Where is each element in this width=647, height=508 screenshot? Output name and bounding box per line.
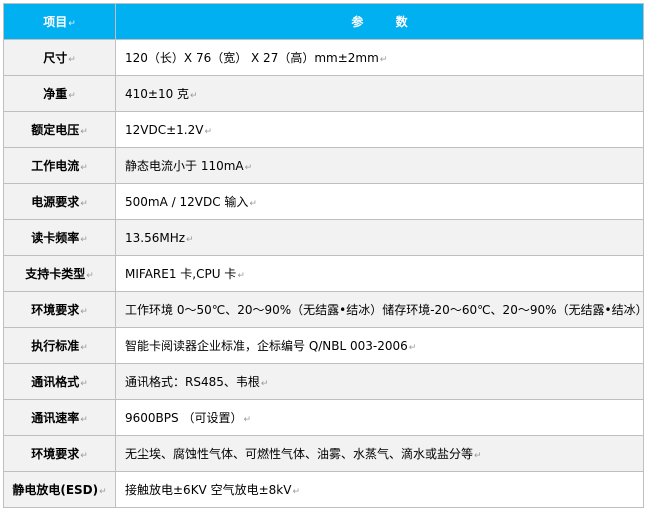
paragraph-mark-icon: ↵ — [68, 55, 76, 65]
spec-value: MIFARE1 卡,CPU 卡 — [125, 267, 237, 281]
spec-name: 工作电流 — [31, 159, 80, 173]
spec-value-cell: 静态电流小于 110mA↵ — [115, 147, 644, 184]
paragraph-mark-icon: ↵ — [80, 415, 88, 425]
spec-name: 支持卡类型 — [25, 267, 86, 281]
spec-name-cell: 执行标准↵ — [3, 327, 116, 364]
spec-value: 静态电流小于 110mA — [125, 159, 244, 173]
paragraph-mark-icon: ↵ — [80, 379, 88, 389]
spec-name-cell: 额定电压↵ — [3, 111, 116, 148]
paragraph-mark-icon: ↵ — [186, 234, 194, 245]
spec-value: 120（长）X 76（宽） X 27（高）mm±2mm — [125, 51, 379, 65]
spec-value: 智能卡阅读器企业标准，企标编号 Q/NBL 003-2006 — [125, 339, 408, 353]
paragraph-mark-icon: ↵ — [80, 451, 88, 461]
spec-name-cell: 工作电流↵ — [3, 147, 116, 184]
table-row: 环境要求↵ 工作环境 0～50℃、20～90%（无结露•结冰）储存环境-20～60… — [3, 291, 644, 328]
paragraph-mark-icon: ↵ — [474, 451, 482, 461]
paragraph-mark-icon: ↵ — [80, 127, 88, 137]
table-row: 支持卡类型↵ MIFARE1 卡,CPU 卡↵ — [3, 255, 644, 292]
paragraph-mark-icon: ↵ — [204, 126, 212, 137]
paragraph-mark-icon: ↵ — [292, 487, 300, 497]
spec-value-cell: 9600BPS （可设置）↵ — [115, 399, 644, 436]
table-row: 读卡频率↵ 13.56MHz↵ — [3, 219, 644, 256]
table-row: 静电放电(ESD)↵ 接触放电±6KV 空气放电±8kV↵ — [3, 471, 644, 508]
paragraph-mark-icon: ↵ — [68, 19, 76, 29]
spec-name-cell: 静电放电(ESD)↵ — [3, 471, 116, 508]
header-row: 项目↵ 参 数 — [3, 3, 644, 40]
spec-name: 通讯格式 — [31, 375, 80, 389]
paragraph-mark-icon: ↵ — [244, 163, 253, 173]
table-row: 通讯速率↵ 9600BPS （可设置）↵ — [3, 399, 644, 436]
spec-name-cell: 通讯格式↵ — [3, 363, 116, 400]
spec-value-cell: MIFARE1 卡,CPU 卡↵ — [115, 255, 644, 292]
table-row: 尺寸↵ 120（长）X 76（宽） X 27（高）mm±2mm↵ — [3, 39, 644, 76]
paragraph-mark-icon: ↵ — [243, 415, 251, 425]
spec-value-cell: 500mA / 12VDC 输入↵ — [115, 183, 644, 220]
paragraph-mark-icon: ↵ — [80, 163, 88, 173]
table-row: 额定电压↵ 12VDC±1.2V↵ — [3, 111, 644, 148]
paragraph-mark-icon: ↵ — [99, 487, 107, 497]
spec-value-cell: 接触放电±6KV 空气放电±8kV↵ — [115, 471, 644, 508]
spec-name-cell: 净重↵ — [3, 75, 116, 112]
paragraph-mark-icon: ↵ — [379, 55, 388, 65]
paragraph-mark-icon: ↵ — [86, 271, 94, 281]
spec-name-cell: 通讯速率↵ — [3, 399, 116, 436]
spec-name-cell: 环境要求↵ — [3, 291, 116, 328]
spec-name-cell: 支持卡类型↵ — [3, 255, 116, 292]
spec-table: 项目↵ 参 数 尺寸↵ 120（长）X 76（宽） X 27（高）mm±2mm↵ 净… — [3, 3, 644, 508]
table-row: 执行标准↵ 智能卡阅读器企业标准，企标编号 Q/NBL 003-2006↵ — [3, 327, 644, 364]
table-body: 尺寸↵ 120（长）X 76（宽） X 27（高）mm±2mm↵ 净重↵ 410±10… — [3, 39, 644, 508]
paragraph-mark-icon: ↵ — [260, 379, 269, 389]
paragraph-mark-icon: ↵ — [80, 343, 88, 353]
spec-name: 执行标准 — [31, 339, 80, 353]
header-item-cell: 项目↵ — [3, 3, 116, 40]
paragraph-mark-icon: ↵ — [249, 199, 257, 209]
spec-value-cell: 智能卡阅读器企业标准，企标编号 Q/NBL 003-2006↵ — [115, 327, 644, 364]
spec-value-cell: 410±10 克↵ — [115, 75, 644, 112]
paragraph-mark-icon: ↵ — [68, 91, 76, 101]
spec-value: 500mA / 12VDC 输入 — [125, 195, 249, 209]
table-row: 净重↵ 410±10 克↵ — [3, 75, 644, 112]
table-row: 环境要求↵ 无尘埃、腐蚀性气体、可燃性气体、油雾、水蒸气、滴水或盐分等↵ — [3, 435, 644, 472]
spec-name-cell: 环境要求↵ — [3, 435, 116, 472]
spec-value-cell: 12VDC±1.2V↵ — [115, 111, 644, 148]
spec-value: 通讯格式：RS485、韦根 — [125, 375, 260, 389]
table-row: 工作电流↵ 静态电流小于 110mA↵ — [3, 147, 644, 184]
spec-value-cell: 13.56MHz↵ — [115, 219, 644, 256]
spec-name-cell: 电源要求↵ — [3, 183, 116, 220]
paragraph-mark-icon: ↵ — [80, 307, 88, 317]
spec-name: 读卡频率 — [31, 231, 80, 245]
paragraph-mark-icon: ↵ — [237, 271, 245, 281]
table-row: 通讯格式↵ 通讯格式：RS485、韦根↵ — [3, 363, 644, 400]
header-param-cell: 参 数 — [115, 3, 644, 40]
header-param-label: 参 数 — [351, 15, 422, 29]
spec-value-cell: 无尘埃、腐蚀性气体、可燃性气体、油雾、水蒸气、滴水或盐分等↵ — [115, 435, 644, 472]
spec-value: 工作环境 0～50℃、20～90%（无结露•结冰）储存环境-20～60℃、20～… — [125, 303, 644, 317]
spec-value: 12VDC±1.2V — [125, 122, 204, 137]
table-row: 电源要求↵ 500mA / 12VDC 输入↵ — [3, 183, 644, 220]
spec-name: 静电放电(ESD) — [12, 483, 99, 497]
spec-value-cell: 通讯格式：RS485、韦根↵ — [115, 363, 644, 400]
spec-name: 净重 — [43, 87, 68, 101]
spec-value: 13.56MHz — [125, 230, 186, 245]
spec-name: 通讯速率 — [31, 411, 80, 425]
paragraph-mark-icon: ↵ — [80, 235, 88, 245]
header-item-label: 项目 — [43, 15, 68, 29]
spec-value: 接触放电±6KV 空气放电±8kV — [125, 483, 292, 497]
paragraph-mark-icon: ↵ — [190, 91, 198, 101]
spec-value-cell: 工作环境 0～50℃、20～90%（无结露•结冰）储存环境-20～60℃、20～… — [115, 291, 644, 328]
spec-name: 电源要求 — [31, 195, 80, 209]
spec-value: 9600BPS （可设置） — [125, 411, 243, 425]
spec-name-cell: 读卡频率↵ — [3, 219, 116, 256]
spec-name: 环境要求 — [31, 303, 80, 317]
paragraph-mark-icon: ↵ — [80, 199, 88, 209]
spec-name: 额定电压 — [31, 123, 80, 137]
paragraph-mark-icon: ↵ — [408, 343, 417, 353]
spec-name: 环境要求 — [31, 447, 80, 461]
spec-value-cell: 120（长）X 76（宽） X 27（高）mm±2mm↵ — [115, 39, 644, 76]
spec-name: 尺寸 — [43, 51, 68, 65]
spec-value: 无尘埃、腐蚀性气体、可燃性气体、油雾、水蒸气、滴水或盐分等 — [125, 447, 474, 461]
spec-name-cell: 尺寸↵ — [3, 39, 116, 76]
spec-value: 410±10 克 — [125, 87, 190, 101]
